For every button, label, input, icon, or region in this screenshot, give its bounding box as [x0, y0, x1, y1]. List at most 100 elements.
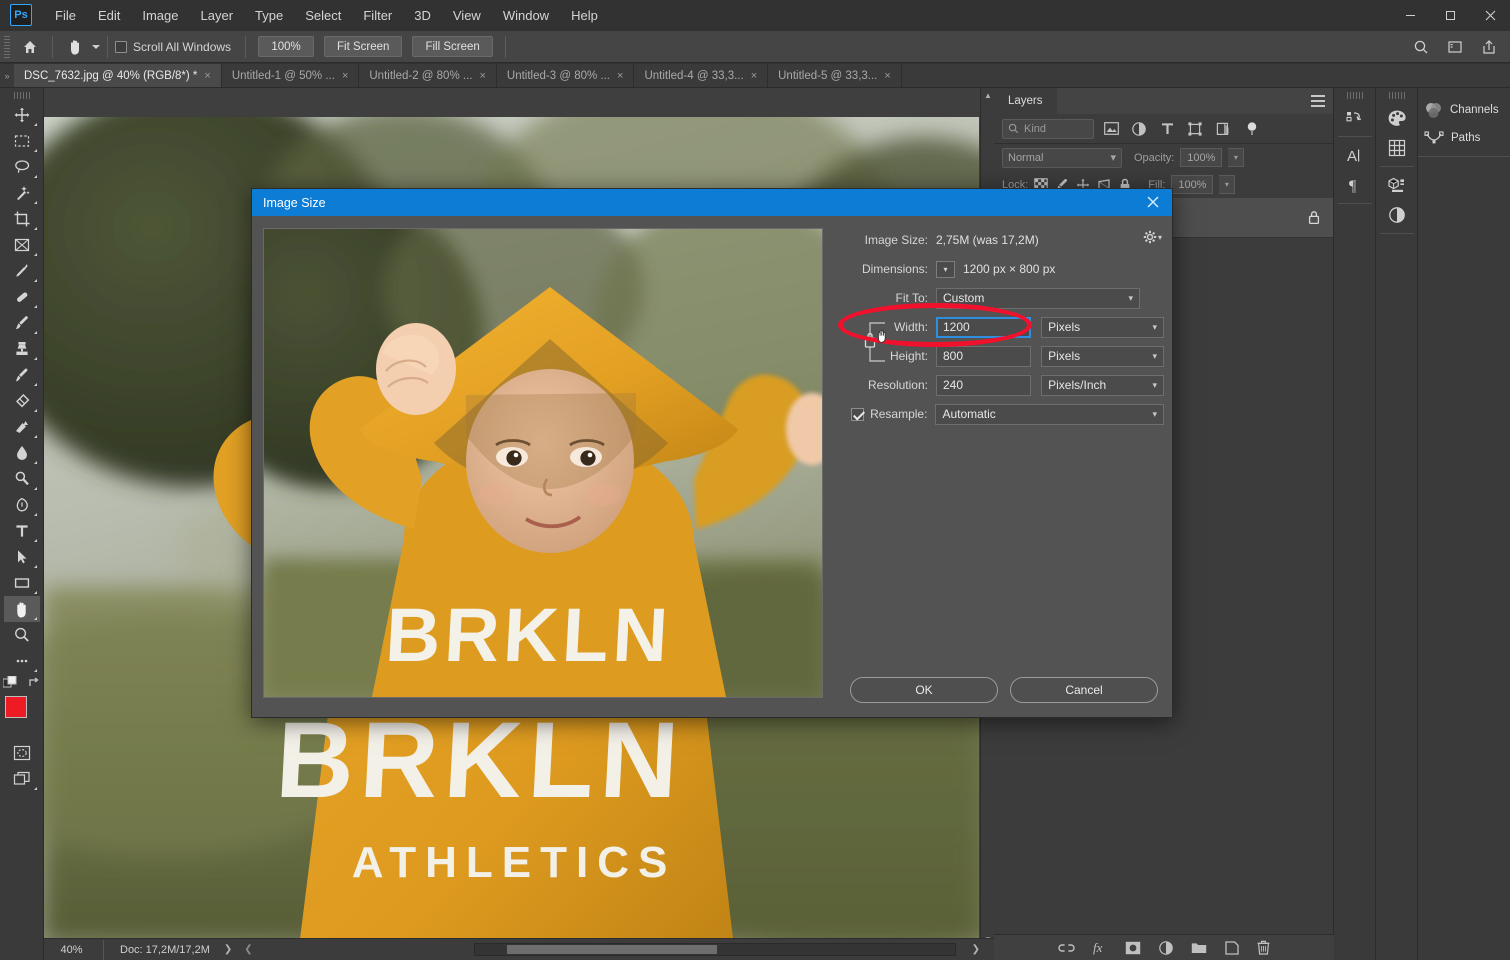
document-info-label[interactable]: Doc: 17,2M/17,2M: [104, 944, 210, 956]
opacity-stepper[interactable]: ▾: [1228, 148, 1244, 167]
filter-toggle-button[interactable]: [1240, 119, 1262, 139]
tab-layers[interactable]: Layers: [994, 88, 1057, 114]
scroll-up-arrow[interactable]: ▲: [981, 88, 995, 102]
add-mask-icon[interactable]: [1125, 941, 1141, 955]
paragraph-panel-button[interactable]: ¶: [1337, 170, 1373, 200]
dodge-tool[interactable]: [4, 466, 40, 492]
blend-mode-select[interactable]: Normal ▾: [1002, 148, 1122, 168]
color-swatches[interactable]: [5, 696, 39, 730]
document-tab-0[interactable]: DSC_7632.jpg @ 40% (RGB/8*) * ×: [14, 64, 222, 87]
menu-view[interactable]: View: [442, 0, 492, 30]
dialog-image-preview[interactable]: BRKLN: [263, 228, 823, 698]
menu-file[interactable]: File: [44, 0, 87, 30]
pen-tool[interactable]: [4, 492, 40, 518]
canvas-horizontal-scrollbar[interactable]: [474, 943, 956, 956]
type-tool[interactable]: [4, 518, 40, 544]
scrollbar-thumb[interactable]: [507, 945, 717, 954]
status-collapse-arrow[interactable]: ❮: [244, 944, 252, 955]
menu-edit[interactable]: Edit: [87, 0, 131, 30]
document-tab-5[interactable]: Untitled-5 @ 33,3... ×: [768, 64, 902, 87]
dialog-close-button[interactable]: [1144, 193, 1162, 211]
fill-value[interactable]: 100%: [1171, 175, 1213, 194]
fill-screen-button[interactable]: Fill Screen: [412, 36, 492, 57]
resample-checkbox[interactable]: [851, 408, 864, 421]
history-brush-tool[interactable]: [4, 362, 40, 388]
menu-window[interactable]: Window: [492, 0, 560, 30]
rectangle-tool[interactable]: [4, 570, 40, 596]
tool-preset-picker[interactable]: [60, 34, 100, 60]
fit-to-select[interactable]: Custom ▾: [936, 288, 1140, 309]
eyedropper-tool[interactable]: [4, 258, 40, 284]
link-layers-icon[interactable]: [1058, 942, 1075, 954]
type-filter-button[interactable]: [1156, 119, 1178, 139]
home-button[interactable]: [15, 34, 45, 60]
tab-close-icon[interactable]: ×: [884, 70, 890, 82]
zoom-100-button[interactable]: 100%: [258, 36, 314, 57]
screen-mode-button[interactable]: [4, 766, 40, 792]
column-grip[interactable]: [1389, 92, 1405, 99]
healing-brush-tool[interactable]: [4, 284, 40, 310]
pixel-filter-button[interactable]: [1100, 119, 1122, 139]
resample-method-select[interactable]: Automatic ▾: [935, 404, 1164, 425]
tab-close-icon[interactable]: ×: [617, 70, 623, 82]
shape-filter-button[interactable]: [1184, 119, 1206, 139]
layer-kind-filter[interactable]: Kind: [1002, 119, 1094, 139]
new-layer-icon[interactable]: [1225, 941, 1239, 955]
menu-type[interactable]: Type: [244, 0, 294, 30]
options-bar-grip[interactable]: [4, 36, 10, 58]
column-grip[interactable]: [1347, 92, 1363, 99]
gradient-tool[interactable]: [4, 414, 40, 440]
status-right-arrow[interactable]: ❯: [972, 944, 980, 955]
lasso-tool[interactable]: [4, 154, 40, 180]
tab-close-icon[interactable]: ×: [479, 70, 485, 82]
hand-tool[interactable]: [4, 596, 40, 622]
dialog-gear-button[interactable]: ▾: [1143, 230, 1162, 244]
fill-stepper[interactable]: ▾: [1219, 175, 1235, 194]
zoom-level-field[interactable]: 40%: [44, 940, 104, 960]
brush-tool[interactable]: [4, 310, 40, 336]
menu-3d[interactable]: 3D: [403, 0, 442, 30]
adjustment-layer-icon[interactable]: [1159, 941, 1173, 955]
cancel-button[interactable]: Cancel: [1010, 677, 1158, 703]
resolution-input[interactable]: 240: [936, 375, 1031, 396]
swap-colors-icon[interactable]: [27, 676, 41, 690]
dimensions-dropdown-button[interactable]: ▾: [936, 261, 955, 278]
workspace-button[interactable]: [1440, 34, 1470, 60]
tab-close-icon[interactable]: ×: [204, 70, 210, 82]
document-tab-1[interactable]: Untitled-1 @ 50% ... ×: [222, 64, 360, 87]
delete-layer-icon[interactable]: [1257, 940, 1270, 955]
search-button[interactable]: [1406, 34, 1436, 60]
maximize-button[interactable]: [1430, 0, 1470, 30]
menu-help[interactable]: Help: [560, 0, 609, 30]
more-tools-button[interactable]: [4, 648, 40, 674]
rectangular-marquee-tool[interactable]: [4, 128, 40, 154]
swatches-panel-button[interactable]: [1379, 133, 1415, 163]
frame-tool[interactable]: [4, 232, 40, 258]
crop-tool[interactable]: [4, 206, 40, 232]
move-tool[interactable]: [4, 102, 40, 128]
color-panel-button[interactable]: [1379, 103, 1415, 133]
scroll-all-windows-checkbox[interactable]: Scroll All Windows: [115, 40, 231, 54]
ok-button[interactable]: OK: [850, 677, 998, 703]
fit-screen-button[interactable]: Fit Screen: [324, 36, 402, 57]
magic-wand-tool[interactable]: [4, 180, 40, 206]
tools-panel-grip[interactable]: [14, 92, 30, 99]
close-button[interactable]: [1470, 0, 1510, 30]
adjustment-filter-button[interactable]: [1128, 119, 1150, 139]
adjustments-panel-button[interactable]: [1379, 200, 1415, 230]
menu-select[interactable]: Select: [294, 0, 352, 30]
history-panel-button[interactable]: [1337, 103, 1373, 133]
menu-layer[interactable]: Layer: [190, 0, 245, 30]
clone-stamp-tool[interactable]: [4, 336, 40, 362]
opacity-value[interactable]: 100%: [1180, 148, 1222, 167]
zoom-tool[interactable]: [4, 622, 40, 648]
document-tab-2[interactable]: Untitled-2 @ 80% ... ×: [359, 64, 497, 87]
3d-panel-button[interactable]: [1379, 170, 1415, 200]
foreground-color-swatch[interactable]: [5, 696, 27, 718]
tab-close-icon[interactable]: ×: [751, 70, 757, 82]
smart-object-filter-button[interactable]: [1212, 119, 1234, 139]
menu-image[interactable]: Image: [131, 0, 189, 30]
menu-filter[interactable]: Filter: [352, 0, 403, 30]
document-tab-4[interactable]: Untitled-4 @ 33,3... ×: [634, 64, 768, 87]
blur-tool[interactable]: [4, 440, 40, 466]
